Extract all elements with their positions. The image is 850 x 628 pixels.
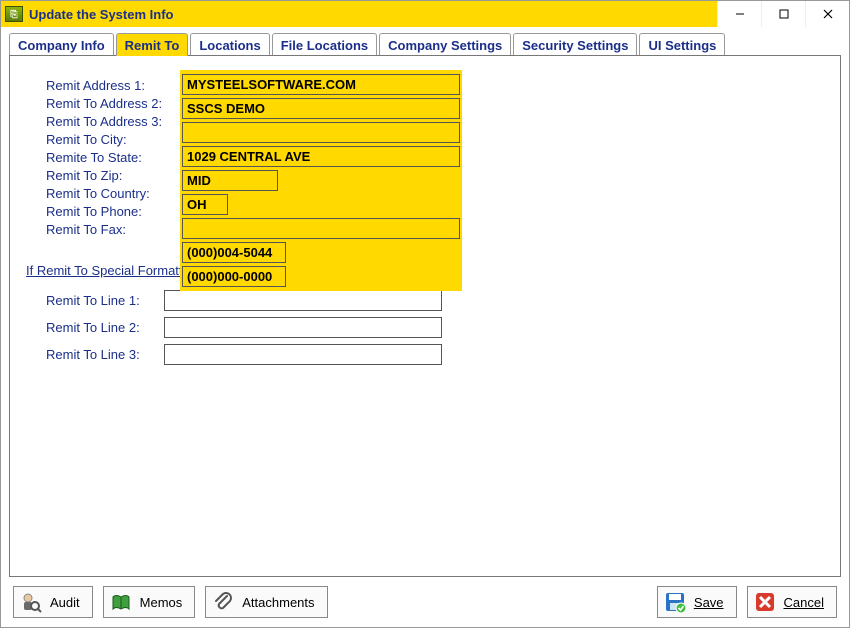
app-icon: ⎘ [5,6,23,22]
audit-label: Audit [50,595,80,610]
attachments-label: Attachments [242,595,314,610]
window: ⎘ Update the System Info Company Info Re… [0,0,850,628]
minimize-icon [735,9,745,19]
input-remit-line2[interactable] [164,317,442,338]
input-remit-phone[interactable]: (000)004-5044 [182,242,286,263]
minimize-button[interactable] [717,1,761,27]
tab-security-settings[interactable]: Security Settings [513,33,637,56]
cancel-button[interactable]: Cancel [747,586,837,618]
input-remit-address1[interactable]: MYSTEELSOFTWARE.COM [182,74,460,95]
label-remit-address1: Remit Address 1: [26,78,164,93]
input-remit-zip[interactable]: OH [182,194,228,215]
input-remit-address2[interactable]: SSCS DEMO [182,98,460,119]
input-remit-country[interactable] [182,218,460,239]
input-remit-state[interactable]: MID [182,170,278,191]
maximize-icon [779,9,789,19]
label-remit-line2: Remit To Line 2: [26,320,164,335]
save-disk-icon [664,591,686,613]
paperclip-icon [212,591,234,613]
tabstrip: Company Info Remit To Locations File Loc… [1,27,849,55]
close-icon [822,8,834,20]
cancel-x-icon [754,591,776,613]
save-button[interactable]: Save [657,586,737,618]
tab-company-settings[interactable]: Company Settings [379,33,511,56]
input-remit-city[interactable]: 1029 CENTRAL AVE [182,146,460,167]
maximize-button[interactable] [761,1,805,27]
label-remit-fax: Remit To Fax: [26,222,164,237]
tab-locations[interactable]: Locations [190,33,269,56]
input-remit-fax[interactable]: (000)000-0000 [182,266,286,287]
label-remit-address3: Remit To Address 3: [26,114,164,129]
footer: Audit Memos Attachments Save Cancel [1,585,849,627]
close-button[interactable] [805,1,849,27]
label-remit-address2: Remit To Address 2: [26,96,164,111]
label-remit-country: Remit To Country: [26,186,164,201]
book-icon [110,591,132,613]
label-remit-zip: Remit To Zip: [26,168,164,183]
input-remit-line3[interactable] [164,344,442,365]
memos-button[interactable]: Memos [103,586,196,618]
attachments-button[interactable]: Attachments [205,586,327,618]
label-remit-line3: Remit To Line 3: [26,347,164,362]
label-remit-phone: Remit To Phone: [26,204,164,219]
titlebar: ⎘ Update the System Info [1,1,849,27]
tab-company-info[interactable]: Company Info [9,33,114,56]
input-remit-address3[interactable] [182,122,460,143]
tab-remit-to[interactable]: Remit To [116,33,189,56]
input-remit-line1[interactable] [164,290,442,311]
label-remit-city: Remit To City: [26,132,164,147]
save-label: Save [694,595,724,610]
window-title: Update the System Info [29,7,173,22]
tab-ui-settings[interactable]: UI Settings [639,33,725,56]
person-magnify-icon [20,591,42,613]
label-remit-line1: Remit To Line 1: [26,293,164,308]
content-panel: Remit Address 1: Remit To Address 2: Rem… [9,55,841,577]
tab-file-locations[interactable]: File Locations [272,33,377,56]
window-controls [717,1,849,27]
audit-button[interactable]: Audit [13,586,93,618]
memos-label: Memos [140,595,183,610]
label-remit-state: Remite To State: [26,150,164,165]
cancel-label: Cancel [784,595,824,610]
